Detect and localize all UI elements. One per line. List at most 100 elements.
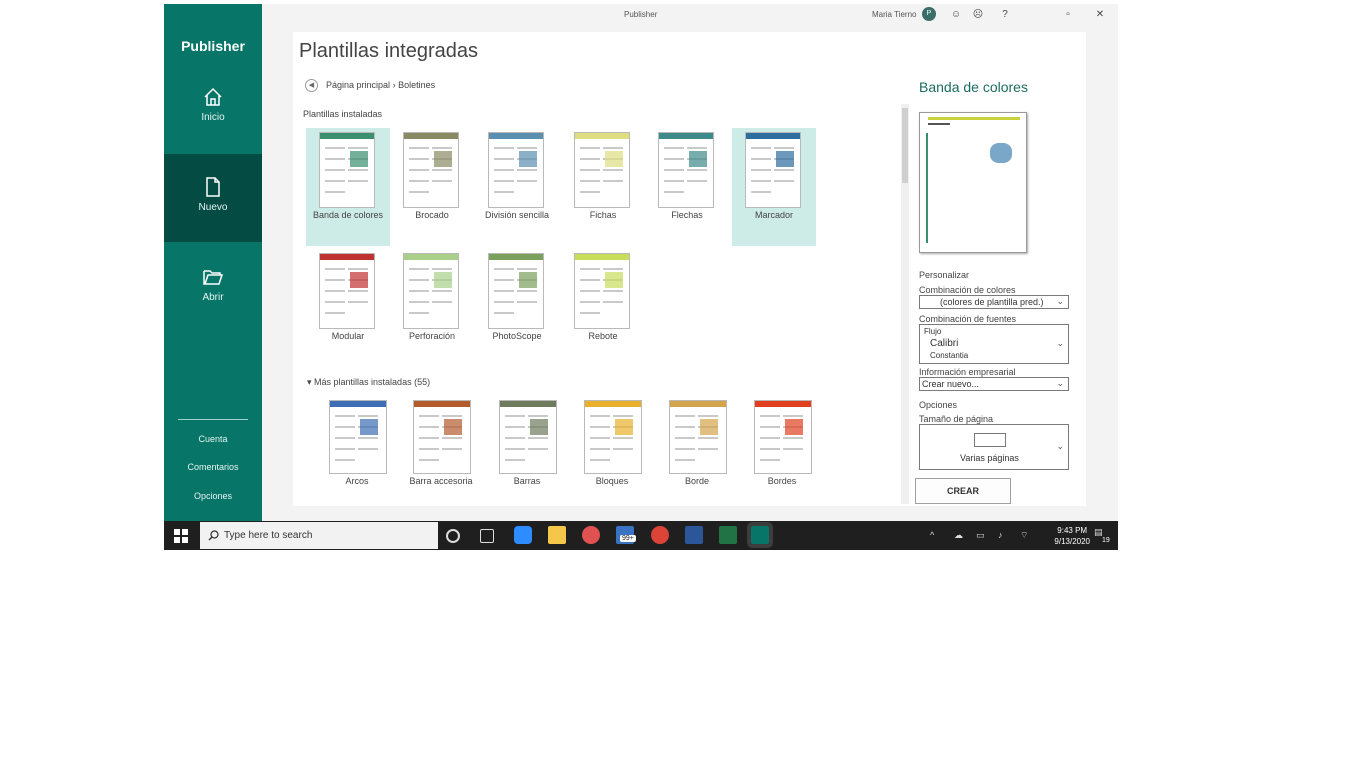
zoom-icon[interactable] bbox=[514, 526, 532, 544]
thumbnail-text-line bbox=[325, 279, 345, 281]
thumbnail-text-line bbox=[603, 169, 623, 171]
thumbnail-text-line bbox=[603, 147, 623, 149]
nav-cuenta[interactable]: Cuenta bbox=[164, 434, 262, 444]
template-tile[interactable]: Banda de colores bbox=[306, 128, 390, 246]
template-label: PhotoScope bbox=[492, 331, 542, 341]
options-heading: Opciones bbox=[919, 400, 958, 410]
thumbnail-image-block bbox=[530, 419, 548, 435]
thumbnail-text-line bbox=[603, 180, 623, 182]
thumbnail-text-line bbox=[751, 147, 771, 149]
file-explorer-icon[interactable] bbox=[548, 526, 566, 544]
nav-nuevo[interactable]: Nuevo bbox=[164, 154, 262, 242]
gallery-scrollbar[interactable] bbox=[901, 104, 909, 504]
more-templates-toggle[interactable]: ▾ Más plantillas instaladas (55) bbox=[307, 377, 430, 388]
template-tile[interactable]: Fichas bbox=[561, 128, 645, 246]
mail-icon[interactable]: 99+ bbox=[616, 526, 636, 544]
business-info-select[interactable]: Crear nuevo... ⌄ bbox=[919, 377, 1069, 391]
chevron-up-icon[interactable]: ^ bbox=[930, 530, 934, 540]
template-tile[interactable]: Arcos bbox=[315, 400, 399, 490]
cortana-icon[interactable] bbox=[446, 529, 460, 543]
account-name[interactable]: Maria Tierno bbox=[872, 10, 916, 19]
thumbnail-text-line bbox=[325, 301, 345, 303]
thumbnail-text-line bbox=[432, 147, 452, 149]
template-tile[interactable]: Barra accesoria bbox=[399, 400, 483, 490]
thumbnail-text-line bbox=[409, 169, 429, 171]
nav-inicio-label: Inicio bbox=[201, 112, 225, 123]
paint-icon[interactable] bbox=[582, 526, 600, 544]
thumbnail-image-block bbox=[350, 272, 368, 288]
thumbnail-text-line bbox=[580, 169, 600, 171]
help-icon[interactable]: ? bbox=[997, 7, 1013, 23]
publisher-taskbar-icon[interactable] bbox=[751, 526, 769, 544]
template-tile[interactable]: Brocado bbox=[390, 128, 474, 246]
template-label: División sencilla bbox=[484, 210, 550, 220]
thumbnail-text-line bbox=[528, 437, 548, 439]
thumbnail-header-band bbox=[500, 401, 556, 407]
thumbnail-text-line bbox=[432, 290, 452, 292]
avatar[interactable]: P bbox=[922, 7, 936, 21]
chrome-icon[interactable] bbox=[651, 526, 669, 544]
template-thumbnail bbox=[319, 253, 375, 329]
task-view-icon[interactable] bbox=[480, 529, 494, 543]
taskbar-clock[interactable]: 9:43 PM 9/13/2020 bbox=[1054, 525, 1090, 547]
breadcrumb-home[interactable]: Página principal bbox=[326, 80, 390, 90]
thumbnail-text-line bbox=[432, 268, 452, 270]
template-tile[interactable]: Bloques bbox=[570, 400, 654, 490]
thumbnail-header-band bbox=[320, 133, 374, 139]
template-tile[interactable]: Marcador bbox=[732, 128, 816, 246]
thumbnail-text-line bbox=[760, 426, 780, 428]
cloud-icon[interactable]: ☁ bbox=[954, 530, 963, 541]
thumbnail-text-line bbox=[580, 268, 600, 270]
template-tile[interactable]: Bordes bbox=[740, 400, 824, 490]
windows-start-icon[interactable] bbox=[174, 529, 188, 543]
thumbnail-image-block bbox=[519, 272, 537, 288]
thumbnail-text-line bbox=[325, 147, 345, 149]
excel-icon[interactable] bbox=[719, 526, 737, 544]
template-tile[interactable]: División sencilla bbox=[475, 128, 559, 246]
nav-comentarios[interactable]: Comentarios bbox=[164, 462, 262, 472]
breadcrumb-current: Boletines bbox=[398, 79, 436, 90]
thumbnail-text-line bbox=[335, 448, 355, 450]
thumbnail-text-line bbox=[505, 415, 525, 417]
template-tile[interactable]: Barras bbox=[485, 400, 569, 490]
template-label: Banda de colores bbox=[312, 210, 384, 220]
template-tile[interactable]: Perforación bbox=[390, 249, 474, 367]
template-thumbnail bbox=[745, 132, 801, 208]
template-label: Fichas bbox=[589, 210, 617, 220]
create-button[interactable]: CREAR bbox=[915, 478, 1011, 504]
battery-icon[interactable]: ▭ bbox=[976, 530, 985, 541]
template-tile[interactable]: Rebote bbox=[561, 249, 645, 367]
nav-abrir[interactable]: Abrir bbox=[164, 266, 262, 354]
frown-icon[interactable]: ☹ bbox=[970, 7, 986, 23]
taskbar-search[interactable]: Type here to search bbox=[200, 522, 438, 549]
thumbnail-text-line bbox=[580, 180, 600, 182]
smile-icon[interactable]: ☺ bbox=[948, 7, 964, 23]
thumbnail-header-band bbox=[320, 254, 374, 260]
template-tile[interactable]: PhotoScope bbox=[475, 249, 559, 367]
thumbnail-text-line bbox=[664, 147, 684, 149]
thumbnail-text-line bbox=[409, 290, 429, 292]
template-thumbnail bbox=[754, 400, 812, 474]
wifi-icon[interactable]: ⌔ bbox=[1020, 530, 1028, 541]
thumbnail-text-line bbox=[409, 158, 429, 160]
thumbnail-text-line bbox=[580, 279, 600, 281]
template-thumbnail bbox=[403, 132, 459, 208]
search-placeholder: Type here to search bbox=[224, 530, 313, 541]
template-tile[interactable]: Flechas bbox=[645, 128, 729, 246]
template-thumbnail bbox=[329, 400, 387, 474]
back-arrow-icon[interactable]: ◀ bbox=[305, 79, 318, 92]
font-scheme-select[interactable]: Flujo Calibri Constantia ⌄ bbox=[919, 324, 1069, 364]
volume-icon[interactable]: ♪ bbox=[998, 530, 1003, 540]
nav-opciones[interactable]: Opciones bbox=[164, 491, 262, 501]
thumbnail-text-line bbox=[613, 415, 633, 417]
thumbnail-image-block bbox=[444, 419, 462, 435]
gallery-scroll-thumb[interactable] bbox=[902, 108, 908, 183]
thumbnail-text-line bbox=[442, 415, 462, 417]
restore-icon[interactable]: ▫ bbox=[1060, 7, 1076, 23]
template-tile[interactable]: Borde bbox=[655, 400, 739, 490]
close-icon[interactable]: ✕ bbox=[1092, 7, 1108, 23]
word-icon[interactable] bbox=[685, 526, 703, 544]
template-tile[interactable]: Modular bbox=[306, 249, 390, 367]
page-size-select[interactable]: Varias páginas ⌄ bbox=[919, 424, 1069, 470]
color-scheme-select[interactable]: (colores de plantilla pred.) ⌄ bbox=[919, 295, 1069, 309]
